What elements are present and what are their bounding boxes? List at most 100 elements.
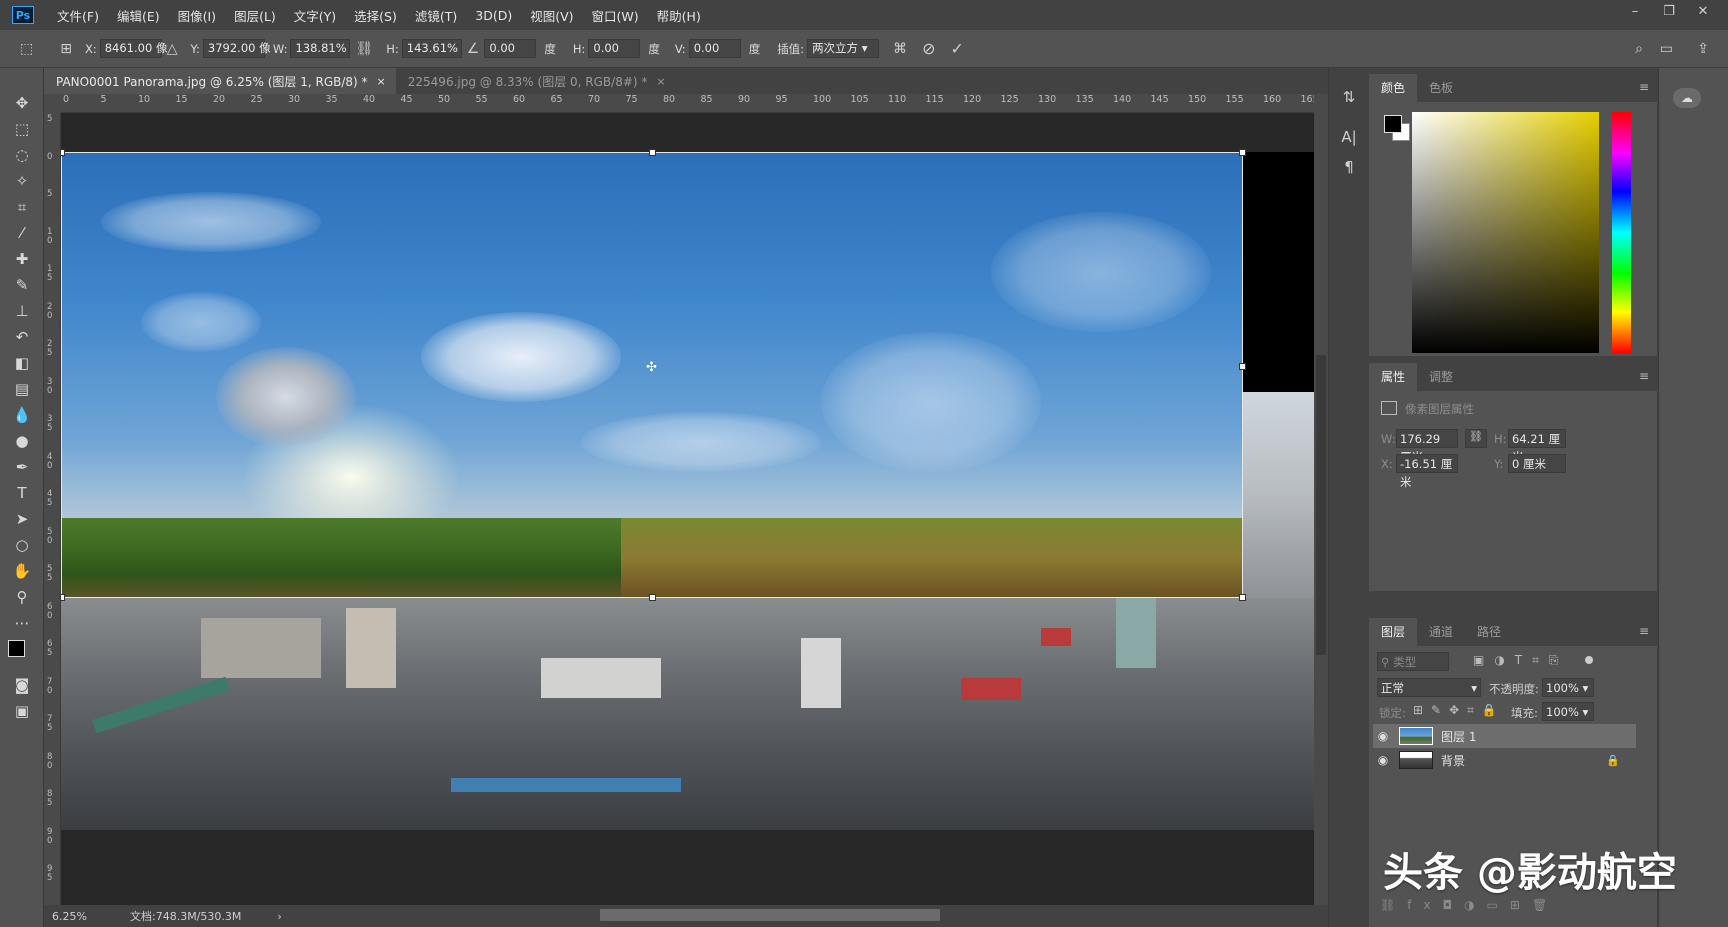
character-panel-icon[interactable]: A| [1329,122,1369,152]
foreground-swatch[interactable] [1384,115,1402,133]
marquee-tool-icon[interactable]: ⬚ [0,116,44,142]
tab-225496[interactable]: 225496.jpg @ 8.33% (图层 0, RGB/8#) * × [396,68,676,94]
transform-handle[interactable] [61,594,65,601]
move-tool-icon[interactable]: ✥ [0,90,44,116]
menu-layer[interactable]: 图层(L) [225,6,285,25]
workspace-icon[interactable]: ▭ [1660,41,1673,57]
tab-channels[interactable]: 通道 [1417,618,1465,646]
history-brush-tool-icon[interactable]: ↶ [0,324,44,350]
trash-icon[interactable]: 🗑 [1532,898,1559,912]
crop-tool-icon[interactable]: ⌗ [0,194,44,220]
angle-field[interactable]: 0.00 [484,39,537,58]
tab-panorama[interactable]: PANO0001 Panorama.jpg @ 6.25% (图层 1, RGB… [44,68,396,94]
fill-field[interactable]: 100% ▾ [1542,702,1594,721]
ellipse-tool-icon[interactable]: ○ [0,532,44,558]
height-field[interactable]: 64.21 厘米 [1508,429,1566,464]
width-field[interactable]: 138.81% [290,39,351,58]
layer-row-layer1[interactable]: ◉ 图层 1 [1373,724,1636,748]
layer-filter-field[interactable]: ⚲ 类型 [1377,652,1449,671]
path-selection-tool-icon[interactable]: ➤ [0,506,44,532]
tab-layers[interactable]: 图层 [1369,618,1418,646]
panel-menu-icon[interactable]: ≡ [1639,369,1649,383]
tab-close-icon[interactable]: × [377,75,386,88]
warp-icon[interactable]: ⌘ [893,41,907,57]
menu-select[interactable]: 选择(S) [345,6,406,25]
pen-tool-icon[interactable]: ✒ [0,454,44,480]
search-icon[interactable]: ⌕ [1635,41,1643,57]
minimize-button[interactable]: – [1618,0,1652,22]
paragraph-panel-icon[interactable]: ¶ [1329,152,1369,182]
mask-icon[interactable]: ◘ [1443,898,1465,912]
y-field[interactable]: 3792.00 像 [202,39,271,58]
history-panel-icon[interactable]: ⇅ [1329,82,1369,112]
skew-h-field[interactable]: 0.00 [588,39,641,58]
transform-handle[interactable] [649,149,656,156]
tab-close-icon[interactable]: × [656,75,665,88]
type-tool-icon[interactable]: T [0,480,44,506]
eye-icon[interactable]: ◉ [1373,753,1393,767]
height-field[interactable]: 143.61% [401,39,462,58]
link-icon[interactable]: ⛓ [1465,429,1487,448]
lock-icons[interactable]: ⊞✎✥⌗🔒 [1413,703,1505,718]
close-button[interactable]: ✕ [1686,0,1720,22]
x-field[interactable]: 8461.00 像 [99,39,167,58]
menu-3d[interactable]: 3D(D) [466,8,521,23]
transform-handle[interactable] [649,594,656,601]
screen-mode-icon[interactable]: ▣ [0,698,44,724]
menu-image[interactable]: 图像(I) [169,6,225,25]
menu-edit[interactable]: 编辑(E) [108,6,169,25]
tab-adjustments[interactable]: 调整 [1417,363,1465,391]
healing-brush-tool-icon[interactable]: ✚ [0,246,44,272]
layer-name[interactable]: 图层 1 [1441,728,1476,745]
transform-handle[interactable] [1239,594,1246,601]
layer-row-background[interactable]: ◉ 背景 🔒 [1373,748,1636,772]
hand-tool-icon[interactable]: ✋ [0,558,44,584]
share-icon[interactable]: ⇪ [1697,41,1709,57]
clone-stamp-tool-icon[interactable]: ⊥ [0,298,44,324]
gradient-tool-icon[interactable]: ▤ [0,376,44,402]
brush-tool-icon[interactable]: ✎ [0,272,44,298]
width-field[interactable]: 176.29 厘米 [1396,429,1458,464]
more-tools-icon[interactable]: ⋯ [0,610,44,636]
dodge-tool-icon[interactable]: ● [0,428,44,454]
folder-icon[interactable]: ▭ [1487,898,1510,912]
x-field[interactable]: -16.51 厘米 [1396,454,1458,489]
tab-swatches[interactable]: 色板 [1417,74,1465,102]
transform-handle[interactable] [1239,363,1246,370]
eye-icon[interactable]: ◉ [1373,729,1393,743]
commit-transform-icon[interactable]: ✓ [950,39,963,58]
menu-window[interactable]: 窗口(W) [583,6,648,25]
filter-icons[interactable]: ▣◑T⌗⎘ [1473,653,1569,668]
skew-v-field[interactable]: 0.00 [688,39,741,58]
fx-icon[interactable]: fx [1407,898,1442,912]
link-layers-icon[interactable]: ⛓ [1380,898,1407,912]
opacity-field[interactable]: 100% ▾ [1542,678,1594,697]
magic-wand-tool-icon[interactable]: ✧ [0,168,44,194]
tab-paths[interactable]: 路径 [1465,618,1513,646]
lasso-tool-icon[interactable]: ◌ [0,142,44,168]
menu-view[interactable]: 视图(V) [521,6,582,25]
menu-type[interactable]: 文字(Y) [285,6,345,25]
adjustment-icon[interactable]: ◑ [1464,898,1486,912]
color-field[interactable] [1412,112,1599,353]
restore-button[interactable]: ❐ [1652,0,1686,22]
document-canvas[interactable]: ✣ [61,113,1314,905]
status-menu-arrow[interactable]: › [277,910,281,923]
tab-color[interactable]: 颜色 [1369,74,1418,102]
transform-handle[interactable] [1239,149,1246,156]
eyedropper-tool-icon[interactable]: ⁄ [0,220,44,246]
zoom-level[interactable]: 6.25% [52,910,112,923]
layer-name[interactable]: 背景 [1441,752,1465,769]
menu-help[interactable]: 帮助(H) [648,6,710,25]
tab-properties[interactable]: 属性 [1369,363,1418,391]
reference-point-icon[interactable]: ⊞ [60,41,72,57]
link-icon[interactable]: ⛓ [355,41,373,57]
quick-mask-icon[interactable]: ◙ [0,672,44,698]
creative-cloud-icon[interactable]: ☁ [1673,88,1701,108]
menu-file[interactable]: 文件(F) [48,6,108,25]
y-field[interactable]: 0 厘米 [1508,454,1566,473]
free-transform-box[interactable]: ✣ [61,149,1246,601]
color-swatches[interactable] [0,636,44,672]
panel-menu-icon[interactable]: ≡ [1639,80,1649,94]
relative-position-icon[interactable]: △ [167,41,178,57]
